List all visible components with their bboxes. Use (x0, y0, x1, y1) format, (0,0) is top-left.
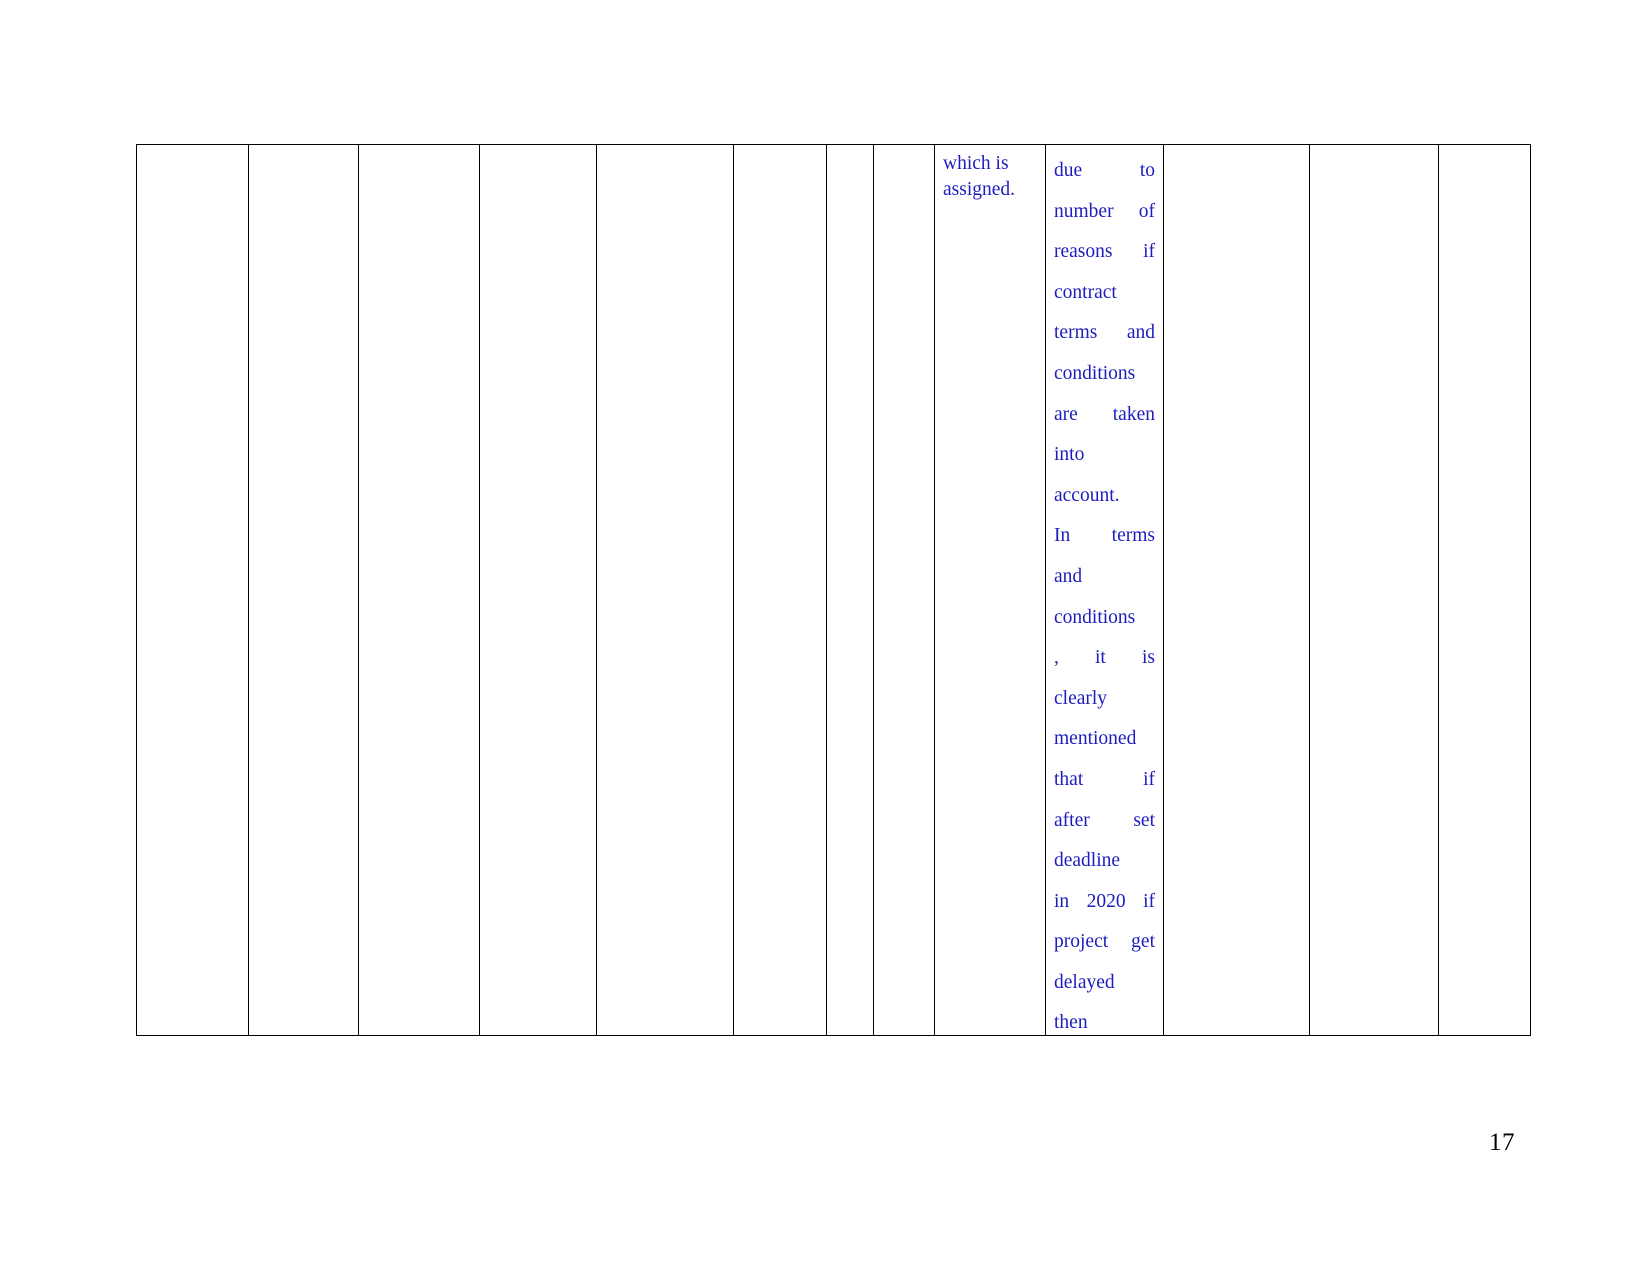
cell-content-10: due to number of reasons if contract terms a… (1046, 145, 1163, 1033)
cell-content-9: which is assigned. (935, 145, 1045, 1033)
text-line: after set (1054, 809, 1155, 831)
table-cell-5 (596, 144, 734, 1036)
table-cell-2 (248, 144, 359, 1036)
cell-content-12 (1310, 145, 1438, 1033)
text-line: and (1054, 565, 1083, 587)
table-row: which is assigned. due to number of reason… (136, 144, 1531, 1036)
cell-content-11 (1164, 145, 1309, 1033)
table-cell-6 (733, 144, 827, 1036)
text-line: conditions (1054, 362, 1136, 384)
text-line: due to (1054, 160, 1155, 181)
text-line: clearly (1054, 687, 1108, 709)
table-cell-11 (1163, 144, 1310, 1036)
cell-paragraph-reasons: due to number of reasons if contract terms a… (1054, 151, 1155, 1033)
text-line: that if (1054, 768, 1155, 790)
text-line: mentioned (1054, 728, 1137, 750)
text-line: then (1054, 1012, 1088, 1033)
table-cell-8 (873, 144, 935, 1036)
page-number: 17 (1489, 1129, 1515, 1156)
text-line: account. (1054, 484, 1120, 506)
table-cell-1 (136, 144, 249, 1036)
text-line: reasons if (1054, 241, 1155, 263)
cell-content-1 (137, 145, 248, 1033)
text-line: terms and (1054, 322, 1155, 344)
table-cell-3 (358, 144, 480, 1036)
cell-content-13 (1439, 145, 1530, 1033)
continuation-table: which is assigned. due to number of reason… (136, 144, 1531, 1036)
cell-content-3 (359, 145, 479, 1033)
text-line: delayed (1054, 971, 1115, 993)
text-line: number of (1054, 200, 1155, 222)
text-line: , it is (1054, 647, 1155, 669)
table-cell-10: due to number of reasons if contract terms a… (1045, 144, 1164, 1036)
text-line: are taken (1054, 403, 1155, 425)
text-line: in 2020 if (1054, 890, 1155, 912)
cell-content-7 (827, 145, 873, 1033)
cell-content-5 (597, 145, 733, 1033)
table-cell-9: which is assigned. (934, 144, 1046, 1036)
cell-content-4 (480, 145, 596, 1033)
cell-paragraph-assigned: which is assigned. (943, 153, 1016, 200)
document-page: which is assigned. due to number of reason… (0, 0, 1651, 1275)
text-line: project get (1054, 931, 1155, 953)
text-line: conditions (1054, 606, 1136, 628)
table-cell-4 (479, 144, 597, 1036)
table-cell-7 (826, 144, 874, 1036)
table-cell-13 (1438, 144, 1531, 1036)
text-line: into (1054, 444, 1085, 466)
cell-content-6 (734, 145, 826, 1033)
text-line: In terms (1054, 525, 1155, 547)
text-line: contract (1054, 281, 1117, 303)
cell-content-8 (874, 145, 934, 1033)
table-cell-12 (1309, 144, 1439, 1036)
text-line: deadline (1054, 850, 1121, 872)
cell-content-2 (249, 145, 358, 1033)
